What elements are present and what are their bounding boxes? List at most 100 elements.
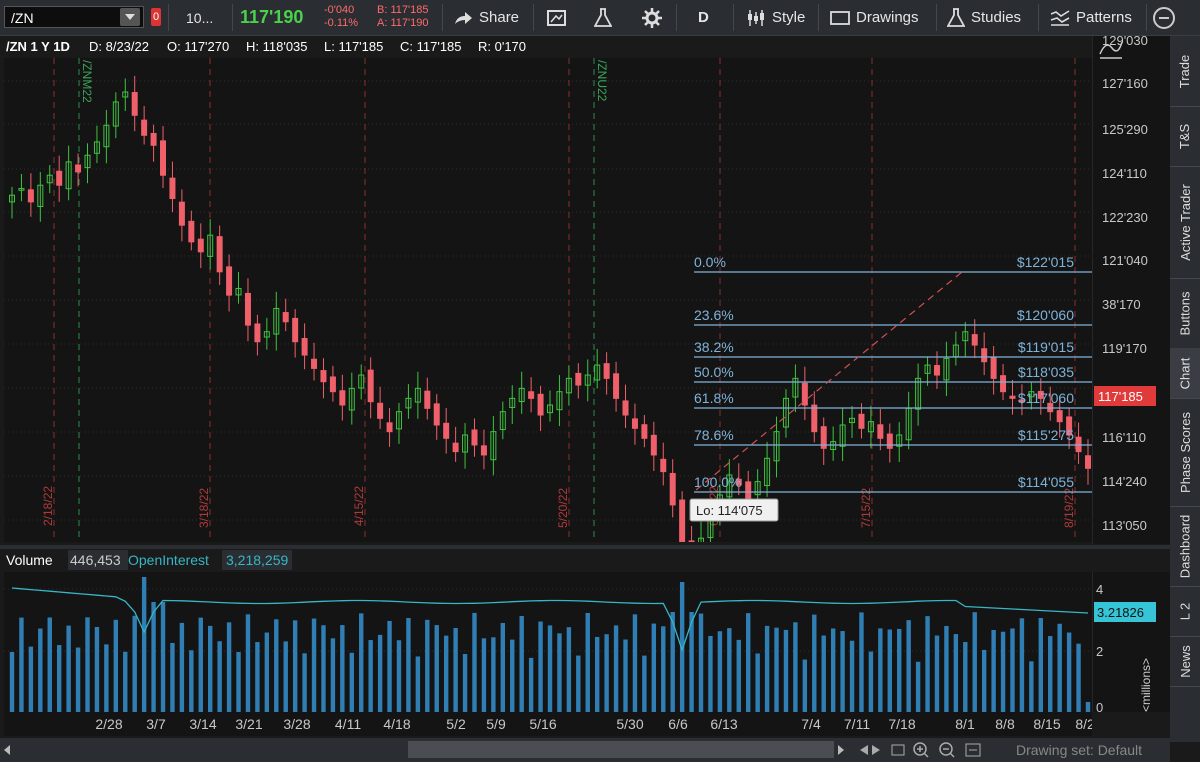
fib-percent-label: 100.0% — [694, 474, 741, 490]
sidebar-tab-label: Dashboard — [1177, 514, 1193, 578]
volume-bar — [821, 635, 826, 712]
sidebar-tab-trade[interactable]: Trade — [1170, 36, 1200, 107]
style-button[interactable]: Style — [746, 0, 805, 35]
volume-bar — [321, 625, 326, 712]
candle-body — [443, 422, 450, 439]
volume-unit-label: <millions> — [1139, 658, 1153, 712]
volume-chart[interactable] — [4, 572, 1092, 712]
info-range: R: 0'170 — [478, 39, 527, 54]
volume-bar — [557, 633, 562, 712]
date-tick-label: 5/2 — [446, 716, 466, 732]
settings-button[interactable] — [642, 0, 662, 35]
volume-bar — [613, 625, 619, 712]
volume-bar — [963, 642, 968, 712]
sidebar-tab-t-s[interactable]: T&S — [1170, 106, 1200, 167]
pane-divider[interactable] — [0, 545, 1170, 549]
price-tick-label: 113'050 — [1102, 518, 1147, 533]
volume-bar — [566, 627, 572, 712]
volume-axis[interactable]: 4 2 0 3.21826 <millions> — [1091, 572, 1170, 715]
price-axis[interactable]: 129'030 127'160 125'290 124'110 122'230 121'0… — [1091, 33, 1170, 544]
snapshot-button[interactable] — [547, 0, 567, 35]
chart-scrollbar[interactable]: Drawing set: Default — [0, 738, 1170, 762]
candle-body — [1009, 395, 1016, 399]
candle-body — [75, 164, 82, 173]
oi-current-label: 3.21826 — [1097, 605, 1144, 620]
volume-bar — [19, 617, 24, 712]
info-open: O: 117'270 — [167, 39, 230, 54]
sidebar-tab-phase-scores[interactable]: Phase Scores — [1170, 398, 1200, 507]
volume-bar — [642, 655, 647, 712]
scroll-right-icon[interactable] — [838, 745, 844, 755]
volume-bar — [179, 622, 185, 712]
style-icon — [748, 9, 764, 26]
volume-bar — [340, 625, 345, 712]
fit-icon[interactable] — [891, 744, 905, 756]
price-tick-label: 122'230 — [1102, 210, 1148, 225]
aggregation-button[interactable]: D — [698, 0, 709, 35]
alert-badge[interactable]: 0 — [151, 8, 161, 26]
volume-bar — [94, 627, 100, 712]
sidebar-tab-dashboard[interactable]: Dashboard — [1170, 506, 1200, 587]
studies-button[interactable]: Studies — [947, 0, 1021, 35]
price-tick-label: 129'030 — [1102, 36, 1148, 48]
date-axis[interactable]: 2/28 3/7 3/14 3/21 3/28 4/11 4/18 5/2 5/9 5/16 5/3… — [4, 712, 1103, 736]
toolbar-separator — [733, 4, 734, 31]
volume-bar — [915, 661, 921, 712]
oi-label: OpenInterest — [128, 552, 209, 568]
sidebar-tab-l-2[interactable]: L 2 — [1170, 586, 1200, 637]
volume-bar — [887, 629, 892, 712]
candle-body — [971, 334, 978, 346]
drawing-set-label[interactable]: Drawing set: Default — [1016, 742, 1142, 758]
candle-body — [1056, 410, 1063, 423]
patterns-button[interactable]: Patterns — [1050, 0, 1132, 35]
drawings-button[interactable]: Drawings — [830, 0, 919, 35]
volume-bar — [1010, 628, 1015, 712]
volume-bar — [906, 620, 911, 712]
sidebar-tab-label: News — [1177, 644, 1193, 678]
date-tick-label: 5/16 — [529, 716, 556, 732]
share-button[interactable]: Share — [453, 0, 519, 35]
pan-arrows-icon[interactable] — [860, 745, 880, 755]
scroll-thumb[interactable] — [408, 741, 834, 758]
volume-tick-label: 4 — [1096, 582, 1103, 597]
symbol-dropdown-button[interactable] — [120, 8, 140, 26]
price-chart[interactable]: /ZNM22/ZNU22 2/18/22 3/18/22 4/15/22 5/20/22… — [4, 58, 1092, 579]
date-tick-label: 8/22 — [1075, 716, 1092, 732]
date-tick-label: 6/13 — [710, 716, 737, 732]
quantity-field[interactable]: 10... — [186, 0, 213, 35]
candle-body — [178, 201, 185, 226]
sidebar-tab-chart[interactable]: Chart — [1170, 348, 1200, 399]
volume-bar — [462, 653, 468, 712]
volume-bar — [38, 628, 43, 712]
volume-bar — [132, 615, 137, 712]
candle-body — [1085, 455, 1091, 469]
candle-body — [990, 357, 997, 379]
date-tick-label: 6/6 — [668, 716, 688, 732]
close-button[interactable] — [1152, 0, 1176, 35]
volume-bar — [519, 615, 524, 712]
scroll-left-icon[interactable] — [4, 745, 10, 755]
fib-percent-label: 23.6% — [694, 307, 734, 323]
candle-body — [575, 372, 582, 386]
toolbar-separator — [232, 4, 233, 31]
patterns-label: Patterns — [1076, 9, 1132, 26]
fib-trend-line[interactable] — [695, 271, 963, 491]
top-toolbar: /ZN 0 10... 117'190 -0'040 -0.11% B: 117'… — [0, 0, 1200, 36]
volume-bar — [491, 637, 496, 712]
volume-bar — [604, 634, 609, 712]
candle-body — [433, 403, 440, 426]
volume-bar — [576, 655, 581, 712]
sidebar-tab-news[interactable]: News — [1170, 636, 1200, 687]
volume-bar — [123, 651, 128, 712]
rectangle-icon — [830, 10, 850, 25]
sidebar-tab-buttons[interactable]: Buttons — [1170, 278, 1200, 349]
sidebar-tab-label: L 2 — [1177, 602, 1193, 620]
fib-percent-label: 50.0% — [694, 364, 734, 380]
candle-body — [858, 413, 865, 429]
volume-bar — [151, 602, 156, 712]
flask-button[interactable] — [594, 0, 612, 35]
sidebar-tab-active-trader[interactable]: Active Trader — [1170, 166, 1200, 279]
candle-body — [244, 292, 251, 326]
volume-bar — [1066, 632, 1072, 712]
flask-icon — [947, 7, 965, 27]
